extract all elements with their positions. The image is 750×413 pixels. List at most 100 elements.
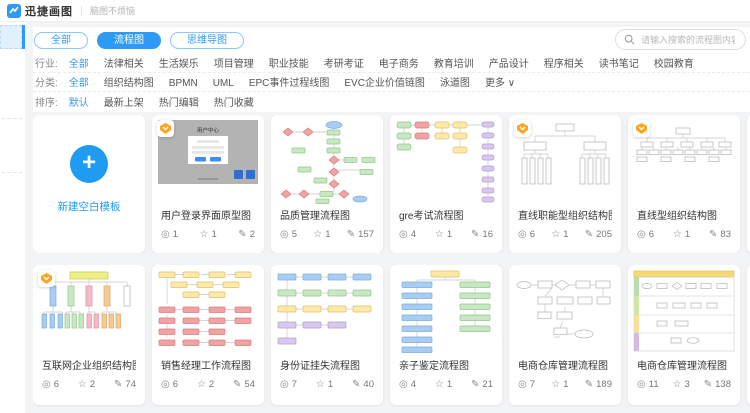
template-title: 互联网企业组织结构图 [42, 357, 136, 372]
edit-icon[interactable]: ✎ [233, 380, 241, 390]
new-blank-template-card[interactable]: + 新建空白模板 [33, 115, 145, 253]
tab-flowchart[interactable]: 流程图 [97, 32, 161, 49]
star-icon[interactable]: ☆ [435, 380, 444, 390]
tab-all[interactable]: 全部 [34, 32, 88, 49]
sidebar-selected-item[interactable] [0, 25, 22, 49]
star-icon[interactable]: ☆ [316, 380, 325, 390]
filter-options: 全部 组织结构图 BPMN UML EPC事件过程线图 EVC企业价值链图 泳道图 更多 ∨ [69, 74, 530, 89]
template-stats: ◎1 ☆1 ✎2 [161, 229, 255, 240]
filter-option[interactable]: 默认 [69, 98, 89, 109]
plus-icon: + [70, 145, 108, 183]
edit-count: 205 [596, 229, 612, 240]
template-stats: ◎5 ☆1 ✎157 [280, 229, 374, 240]
views-count: 4 [411, 379, 416, 390]
filter-option[interactable]: 更多 ∨ [485, 78, 515, 89]
filter-option[interactable]: UML [213, 78, 234, 89]
star-icon[interactable]: ☆ [78, 380, 87, 390]
filter-option[interactable]: 泳道图 [440, 78, 470, 89]
search-input[interactable] [639, 34, 737, 46]
star-icon[interactable]: ☆ [313, 230, 322, 240]
filter-option[interactable]: 职业技能 [269, 59, 309, 70]
template-card[interactable]: 品质管理流程图 ◎5 ☆1 ✎157 [271, 115, 383, 253]
filter-option[interactable]: 教育培训 [434, 59, 474, 70]
filter-option[interactable]: 读书笔记 [599, 59, 639, 70]
template-thumbnail [395, 270, 497, 354]
filter-option[interactable]: EVC企业价值链图 [344, 78, 425, 89]
filter-option[interactable]: 程序相关 [544, 59, 584, 70]
filter-row-sort: 排序: 默认最新上架热门编辑热门收藏 [33, 91, 750, 111]
edit-icon[interactable]: ✎ [585, 380, 593, 390]
template-thumbnail [395, 120, 497, 204]
views-icon: ◎ [399, 380, 408, 390]
views-count: 6 [530, 229, 535, 240]
filter-option[interactable]: 全部 [69, 78, 89, 89]
template-stats: ◎6 ☆2 ✎54 [161, 379, 255, 390]
star-count: 1 [447, 229, 452, 240]
template-card[interactable]: 销售经理工作流程图 ◎6 ☆2 ✎54 [152, 265, 264, 405]
filter-option[interactable]: 校园教育 [654, 59, 694, 70]
star-icon[interactable]: ☆ [551, 230, 560, 240]
filter-option[interactable]: EPC事件过程线图 [249, 78, 330, 89]
filter-option[interactable]: BPMN [169, 78, 198, 89]
filter-option[interactable]: 电子商务 [379, 59, 419, 70]
template-card[interactable]: 电商仓库管理流程图 ◎7 ☆1 ✎189 [509, 265, 621, 405]
template-title: 直线型组织结构图 [637, 207, 731, 222]
template-card[interactable]: 直线型组织结构图 ◎6 ☆1 ✎83 [628, 115, 740, 253]
template-stats: ◎4 ☆1 ✎16 [399, 229, 493, 240]
edit-icon[interactable]: ✎ [347, 230, 355, 240]
views-icon: ◎ [161, 380, 170, 390]
filter-option[interactable]: 全部 [69, 59, 89, 70]
template-stats: ◎7 ☆1 ✎40 [280, 379, 374, 390]
template-card[interactable]: 用户中心 用户登录界面原型图 ◎1 ☆1 ✎2 [152, 115, 264, 253]
vip-badge-icon [157, 120, 174, 137]
edit-icon[interactable]: ✎ [704, 380, 712, 390]
views-icon: ◎ [518, 380, 527, 390]
edit-icon[interactable]: ✎ [471, 380, 479, 390]
template-card[interactable]: 直线职能型组织结构图 ◎6 ☆1 ✎205 [509, 115, 621, 253]
filter-option[interactable]: 组织结构图 [104, 78, 154, 89]
views-icon: ◎ [280, 380, 289, 390]
template-card[interactable]: 互联网企业组织结构图 ◎6 ☆2 ✎74 [33, 265, 145, 405]
edit-icon[interactable]: ✎ [471, 230, 479, 240]
views-icon: ◎ [518, 230, 527, 240]
template-title: 销售经理工作流程图 [161, 357, 255, 372]
filter-option[interactable]: 项目管理 [214, 59, 254, 70]
filter-option[interactable]: 热门编辑 [159, 98, 199, 109]
template-grid-row-1: + 新建空白模板 用户中心 用户登录界面原型图 [33, 115, 750, 253]
star-count: 1 [447, 379, 452, 390]
edit-icon[interactable]: ✎ [114, 380, 122, 390]
filter-option[interactable]: 最新上架 [104, 98, 144, 109]
star-icon[interactable]: ☆ [551, 380, 560, 390]
edit-icon[interactable]: ✎ [585, 230, 593, 240]
filter-option[interactable]: 生活娱乐 [159, 59, 199, 70]
template-card[interactable]: 亲子鉴定流程图 ◎4 ☆1 ✎21 [390, 265, 502, 405]
sidebar-separator [2, 172, 22, 173]
star-count: 1 [325, 229, 330, 240]
template-card[interactable]: 身份证挂失流程图 ◎7 ☆1 ✎40 [271, 265, 383, 405]
left-sidebar [0, 22, 25, 413]
filter-option[interactable]: 产品设计 [489, 59, 529, 70]
edit-icon[interactable]: ✎ [238, 230, 246, 240]
views-icon: ◎ [637, 380, 646, 390]
views-icon: ◎ [161, 230, 170, 240]
filter-option[interactable]: 热门收藏 [214, 98, 254, 109]
views-count: 1 [173, 229, 178, 240]
star-icon[interactable]: ☆ [200, 230, 209, 240]
star-icon[interactable]: ☆ [673, 230, 682, 240]
template-card[interactable]: 电商仓库管理流程图 ◎11 ☆3 ✎138 [628, 265, 740, 405]
tab-mindmap[interactable]: 思维导图 [170, 32, 244, 49]
star-count: 2 [209, 379, 214, 390]
search-box[interactable] [615, 29, 746, 50]
star-icon[interactable]: ☆ [673, 380, 682, 390]
star-count: 1 [328, 379, 333, 390]
edit-icon[interactable]: ✎ [352, 380, 360, 390]
template-stats: ◎4 ☆1 ✎21 [399, 379, 493, 390]
star-icon[interactable]: ☆ [435, 230, 444, 240]
template-card[interactable]: gre考试流程图 ◎4 ☆1 ✎16 [390, 115, 502, 253]
star-icon[interactable]: ☆ [197, 380, 206, 390]
template-stats: ◎11 ☆3 ✎138 [637, 379, 731, 390]
filter-options: 全部 法律相关 生活娱乐 项目管理 职业技能 考研考证 电子商务 教育培训 产品设计 程序相关 读书… [69, 55, 709, 70]
filter-option[interactable]: 考研考证 [324, 59, 364, 70]
filter-option[interactable]: 法律相关 [104, 59, 144, 70]
edit-icon[interactable]: ✎ [709, 230, 717, 240]
